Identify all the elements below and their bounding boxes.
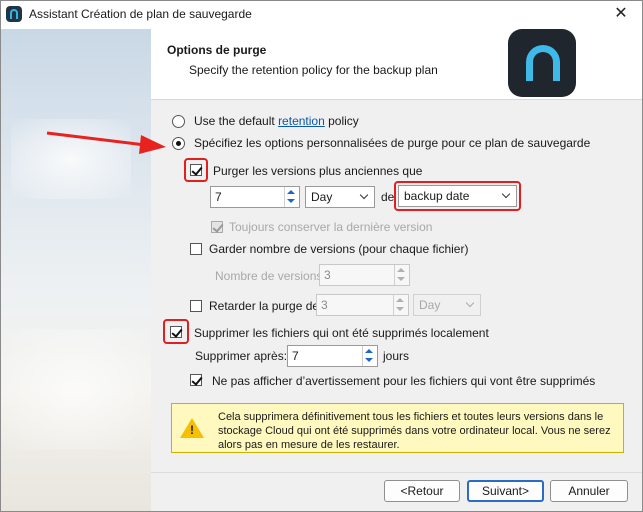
purge-older-value-stepper[interactable]: 7 [210, 186, 300, 208]
delay-purge-value: 3 [321, 298, 328, 312]
page-title: Options de purge [167, 43, 267, 57]
custom-policy-label: Spécifiez les options personnalisées de … [194, 136, 591, 150]
keep-last-version-label: Toujours conserver la dernière version [229, 220, 433, 234]
purge-older-checkbox[interactable] [190, 164, 202, 176]
delete-local-checkbox[interactable] [170, 326, 182, 338]
next-button[interactable]: Suivant> [467, 480, 544, 502]
versions-count-label: Nombre de versions: [215, 269, 326, 283]
purge-older-value: 7 [215, 190, 222, 204]
purge-basis-select[interactable]: backup date [398, 185, 517, 207]
of-label: de [381, 190, 395, 204]
custom-policy-radio[interactable] [172, 137, 185, 150]
no-warning-label: Ne pas afficher d’avertissement pour les… [212, 374, 596, 388]
purge-older-unit: Day [311, 190, 333, 204]
stepper-up-icon[interactable] [396, 298, 404, 302]
title-bar: Assistant Création de plan de sauvegarde… [1, 1, 642, 29]
purge-older-label: Purger les versions plus anciennes que [213, 164, 423, 178]
delete-after-unit: jours [383, 349, 410, 363]
retention-link[interactable]: retention [278, 114, 325, 128]
stepper-up-icon[interactable] [287, 190, 295, 194]
chevron-down-icon [359, 190, 369, 200]
back-button[interactable]: <Retour [384, 480, 460, 502]
stepper-up-icon[interactable] [365, 349, 373, 353]
chevron-down-icon [465, 298, 475, 308]
delete-after-stepper[interactable]: 7 [287, 345, 378, 367]
no-warning-checkbox[interactable] [190, 374, 202, 386]
page-subtitle: Specify the retention policy for the bac… [189, 63, 438, 77]
brand-logo [508, 29, 576, 97]
delay-purge-label: Retarder la purge de: [209, 299, 323, 313]
red-arrow-annotation [46, 131, 166, 154]
versions-count-value: 3 [324, 268, 331, 282]
default-policy-radio[interactable] [172, 115, 185, 128]
delay-purge-unit-select[interactable]: Day [413, 294, 481, 316]
chevron-down-icon [501, 189, 511, 199]
app-icon [6, 6, 22, 22]
purge-older-unit-select[interactable]: Day [305, 186, 375, 208]
stepper-down-icon[interactable] [365, 358, 373, 362]
exclamation-icon: ! [190, 423, 194, 437]
warning-text: Cela supprimera définitivement tous les … [218, 411, 611, 451]
cancel-button[interactable]: Annuler [550, 480, 628, 502]
default-policy-suffix: policy [324, 114, 359, 128]
versions-count-stepper[interactable]: 3 [319, 264, 410, 286]
keep-last-version-checkbox[interactable] [211, 221, 223, 233]
purge-basis-value: backup date [404, 189, 470, 203]
window-title: Assistant Création de plan de sauvegarde [29, 7, 252, 21]
stepper-down-icon[interactable] [396, 307, 404, 311]
keep-versions-checkbox[interactable] [190, 243, 202, 255]
delay-purge-unit: Day [419, 298, 441, 312]
sidebar-sky-image [1, 29, 151, 511]
warning-box: ! Cela supprimera définitivement tous le… [171, 403, 624, 453]
delay-purge-stepper[interactable]: 3 [316, 294, 409, 316]
default-policy-label: Use the default retention policy [194, 114, 359, 128]
wizard-window: Assistant Création de plan de sauvegarde… [0, 0, 643, 512]
delete-after-value: 7 [292, 349, 299, 363]
keep-versions-label: Garder nombre de versions (pour chaque f… [209, 242, 469, 256]
wizard-header: Options de purge Specify the retention p… [151, 29, 642, 100]
stepper-down-icon[interactable] [397, 277, 405, 281]
close-button[interactable]: ✕ [610, 4, 632, 24]
stepper-down-icon[interactable] [287, 199, 295, 203]
stepper-up-icon[interactable] [397, 268, 405, 272]
default-policy-prefix: Use the default [194, 114, 279, 128]
delay-purge-checkbox[interactable] [190, 300, 202, 312]
delete-after-label: Supprimer après: [195, 349, 288, 363]
delete-local-label: Supprimer les fichiers qui ont été suppr… [194, 326, 489, 340]
